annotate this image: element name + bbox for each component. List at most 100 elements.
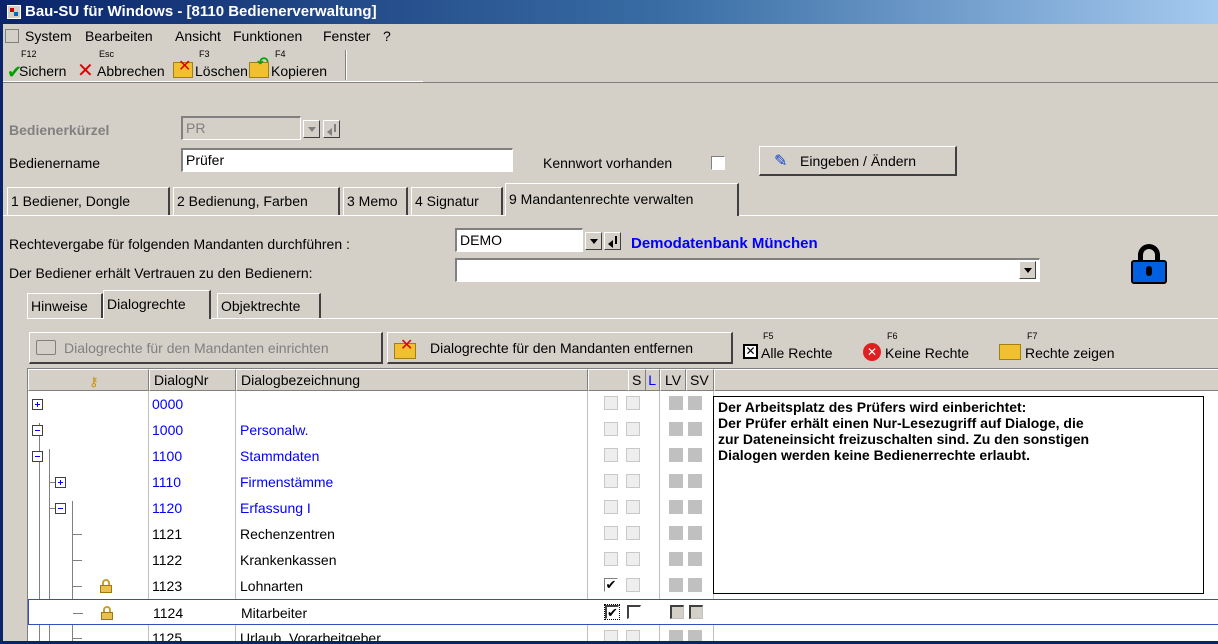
tab-bediener-dongle[interactable]: 1 Bediener, Dongle — [7, 187, 170, 215]
copy-button[interactable]: ↶ F4 Kopieren — [249, 48, 339, 82]
checkbox-sv — [688, 474, 702, 488]
header-tree: ⚷ — [28, 369, 149, 391]
window-title: Bau-SU für Windows - [8110 Bedienerverwa… — [25, 3, 377, 20]
table-row[interactable]: 1100 Stammdaten — [28, 443, 723, 469]
kennwort-checkbox[interactable] — [711, 156, 725, 170]
vertrauen-dropdown-arrow[interactable] — [1019, 261, 1036, 279]
subtab-dialogrechte[interactable]: Dialogrechte — [103, 290, 211, 319]
einrichten-button: Dialogrechte für den Mandanten einrichte… — [29, 332, 383, 364]
tab-signatur[interactable]: 4 Signatur — [411, 187, 503, 215]
checkbox-s[interactable] — [626, 396, 640, 410]
menu-system[interactable]: System — [25, 24, 72, 48]
dialog-nr: 1123 — [152, 578, 183, 594]
menu-help[interactable]: ? — [383, 24, 391, 48]
subtab-objektrechte[interactable]: Objektrechte — [217, 293, 321, 318]
collapse-icon[interactable] — [32, 451, 43, 462]
lock-icon — [101, 606, 113, 620]
tab-bedienung-farben[interactable]: 2 Bedienung, Farben — [173, 187, 340, 215]
table-row[interactable]: 1000 Personalw. — [28, 417, 723, 443]
folder-icon — [999, 344, 1021, 360]
hinweis-textbox[interactable]: Der Arbeitsplatz des Prüfers wird einber… — [713, 396, 1204, 594]
lock-icon — [100, 579, 112, 593]
collapse-icon[interactable] — [55, 503, 66, 514]
checkbox-l[interactable] — [604, 422, 618, 436]
checkbox-l[interactable] — [604, 396, 618, 410]
header-sv[interactable]: SV — [686, 369, 714, 391]
kuerzel-field: PR — [181, 116, 301, 140]
key-icon: ⚷ — [89, 374, 99, 389]
dialog-bezeichnung: Erfassung I — [240, 500, 311, 516]
checkbox-l[interactable] — [604, 448, 618, 462]
table-row[interactable]: 1123 Lohnarten ✔ — [28, 573, 723, 599]
checkbox-l[interactable]: ✔ — [604, 578, 618, 592]
delete-button[interactable]: ✕ F3 Löschen — [173, 48, 253, 82]
checkbox-lv — [669, 422, 683, 436]
system-menu-icon[interactable] — [5, 29, 19, 43]
table-row[interactable]: 1122 Krankenkassen — [28, 547, 723, 573]
cancel-button[interactable]: ✕ Esc Abbrechen — [77, 48, 169, 82]
kuerzel-label: Bedienerkürzel — [9, 122, 110, 138]
edit-password-button[interactable]: ✎ Eingeben / Ändern — [759, 146, 957, 176]
checkbox-s[interactable] — [626, 500, 640, 514]
menu-bearbeiten[interactable]: Bearbeiten — [85, 24, 153, 48]
kuerzel-dropdown-arrow — [303, 120, 320, 138]
x-icon: ✕ — [77, 60, 94, 82]
name-field[interactable]: Prüfer — [181, 148, 513, 172]
checkbox-l[interactable] — [604, 500, 618, 514]
checkbox-s[interactable] — [626, 578, 640, 592]
collapse-icon[interactable] — [32, 425, 43, 436]
toolbar: ✔ F12 Sichern ✕ Esc Abbrechen ✕ F3 Lösch… — [3, 48, 423, 82]
checkbox-l[interactable] — [604, 552, 618, 566]
checkbox-l[interactable] — [604, 474, 618, 488]
tab-mandantenrechte[interactable]: 9 Mandantenrechte verwalten — [505, 183, 739, 216]
header-dialognr[interactable]: DialogNr — [149, 369, 236, 391]
expand-icon[interactable] — [32, 399, 43, 410]
checkbox-sv — [689, 605, 703, 619]
checkbox-l[interactable]: ✔ — [604, 604, 620, 620]
table-row[interactable]: 1120 Erfassung I — [28, 495, 723, 521]
menu-ansicht[interactable]: Ansicht — [175, 24, 221, 48]
checkbox-s[interactable] — [626, 526, 640, 540]
tab-memo[interactable]: 3 Memo — [343, 187, 408, 215]
checkbox-lv — [669, 630, 683, 641]
vertrauen-field[interactable] — [455, 258, 1040, 282]
checkbox-s[interactable] — [626, 552, 640, 566]
checkbox-s[interactable] — [627, 605, 641, 619]
dialog-bezeichnung: Krankenkassen — [240, 552, 337, 568]
keine-rechte-button[interactable]: ✕ F6 Keine Rechte — [863, 330, 983, 364]
mandant-enter-icon[interactable] — [604, 232, 621, 250]
table-row[interactable]: 1124 Mitarbeiter ✔ — [28, 599, 1218, 625]
application-window: Bau-SU für Windows - [8110 Bedienerverwa… — [0, 0, 1218, 644]
table-row[interactable]: 1110 Firmenstämme — [28, 469, 723, 495]
checkbox-l[interactable] — [604, 630, 618, 641]
vertrauen-label: Der Bediener erhält Vertrauen zu den Bed… — [9, 265, 313, 281]
rechte-zeigen-button[interactable]: F7 Rechte zeigen — [999, 330, 1139, 364]
dialog-nr: 1000 — [152, 422, 184, 438]
kennwort-label: Kennwort vorhanden — [543, 155, 673, 171]
dialog-bezeichnung: Personalw. — [240, 422, 309, 438]
expand-icon[interactable] — [55, 477, 66, 488]
entfernen-button[interactable]: ✕ Dialogrechte für den Mandanten entfern… — [387, 332, 733, 364]
title-bar[interactable]: Bau-SU für Windows - [8110 Bedienerverwa… — [3, 0, 1218, 24]
alle-rechte-button[interactable]: ✕ F5 Alle Rechte — [741, 330, 853, 364]
menu-fenster[interactable]: Fenster — [323, 24, 370, 48]
mandant-field[interactable]: DEMO — [455, 228, 583, 252]
table-row[interactable]: 1121 Rechenzentren — [28, 521, 723, 547]
header-lv[interactable]: LV — [660, 369, 686, 391]
menu-funktionen[interactable]: Funktionen — [233, 24, 302, 48]
table-row[interactable]: 1125 Urlaub, Vorarbeitgeber — [28, 625, 723, 641]
table-row[interactable]: 0000 — [28, 391, 723, 417]
checkbox-s[interactable] — [626, 448, 640, 462]
lock-icon — [1131, 244, 1167, 284]
checkbox-s[interactable] — [626, 422, 640, 436]
header-dialogbezeichnung[interactable]: Dialogbezeichnung — [236, 369, 588, 391]
checkbox-s[interactable] — [626, 630, 640, 641]
checkbox-l[interactable] — [604, 526, 618, 540]
header-l[interactable]: L — [588, 369, 660, 391]
save-button[interactable]: ✔ F12 Sichern — [5, 48, 71, 82]
checkbox-s[interactable] — [626, 474, 640, 488]
mandant-dropdown-arrow[interactable] — [585, 232, 602, 250]
pencil-icon: ✎ — [774, 153, 788, 170]
header-s[interactable]: S — [628, 369, 646, 391]
subtab-hinweise[interactable]: Hinweise — [27, 293, 103, 318]
